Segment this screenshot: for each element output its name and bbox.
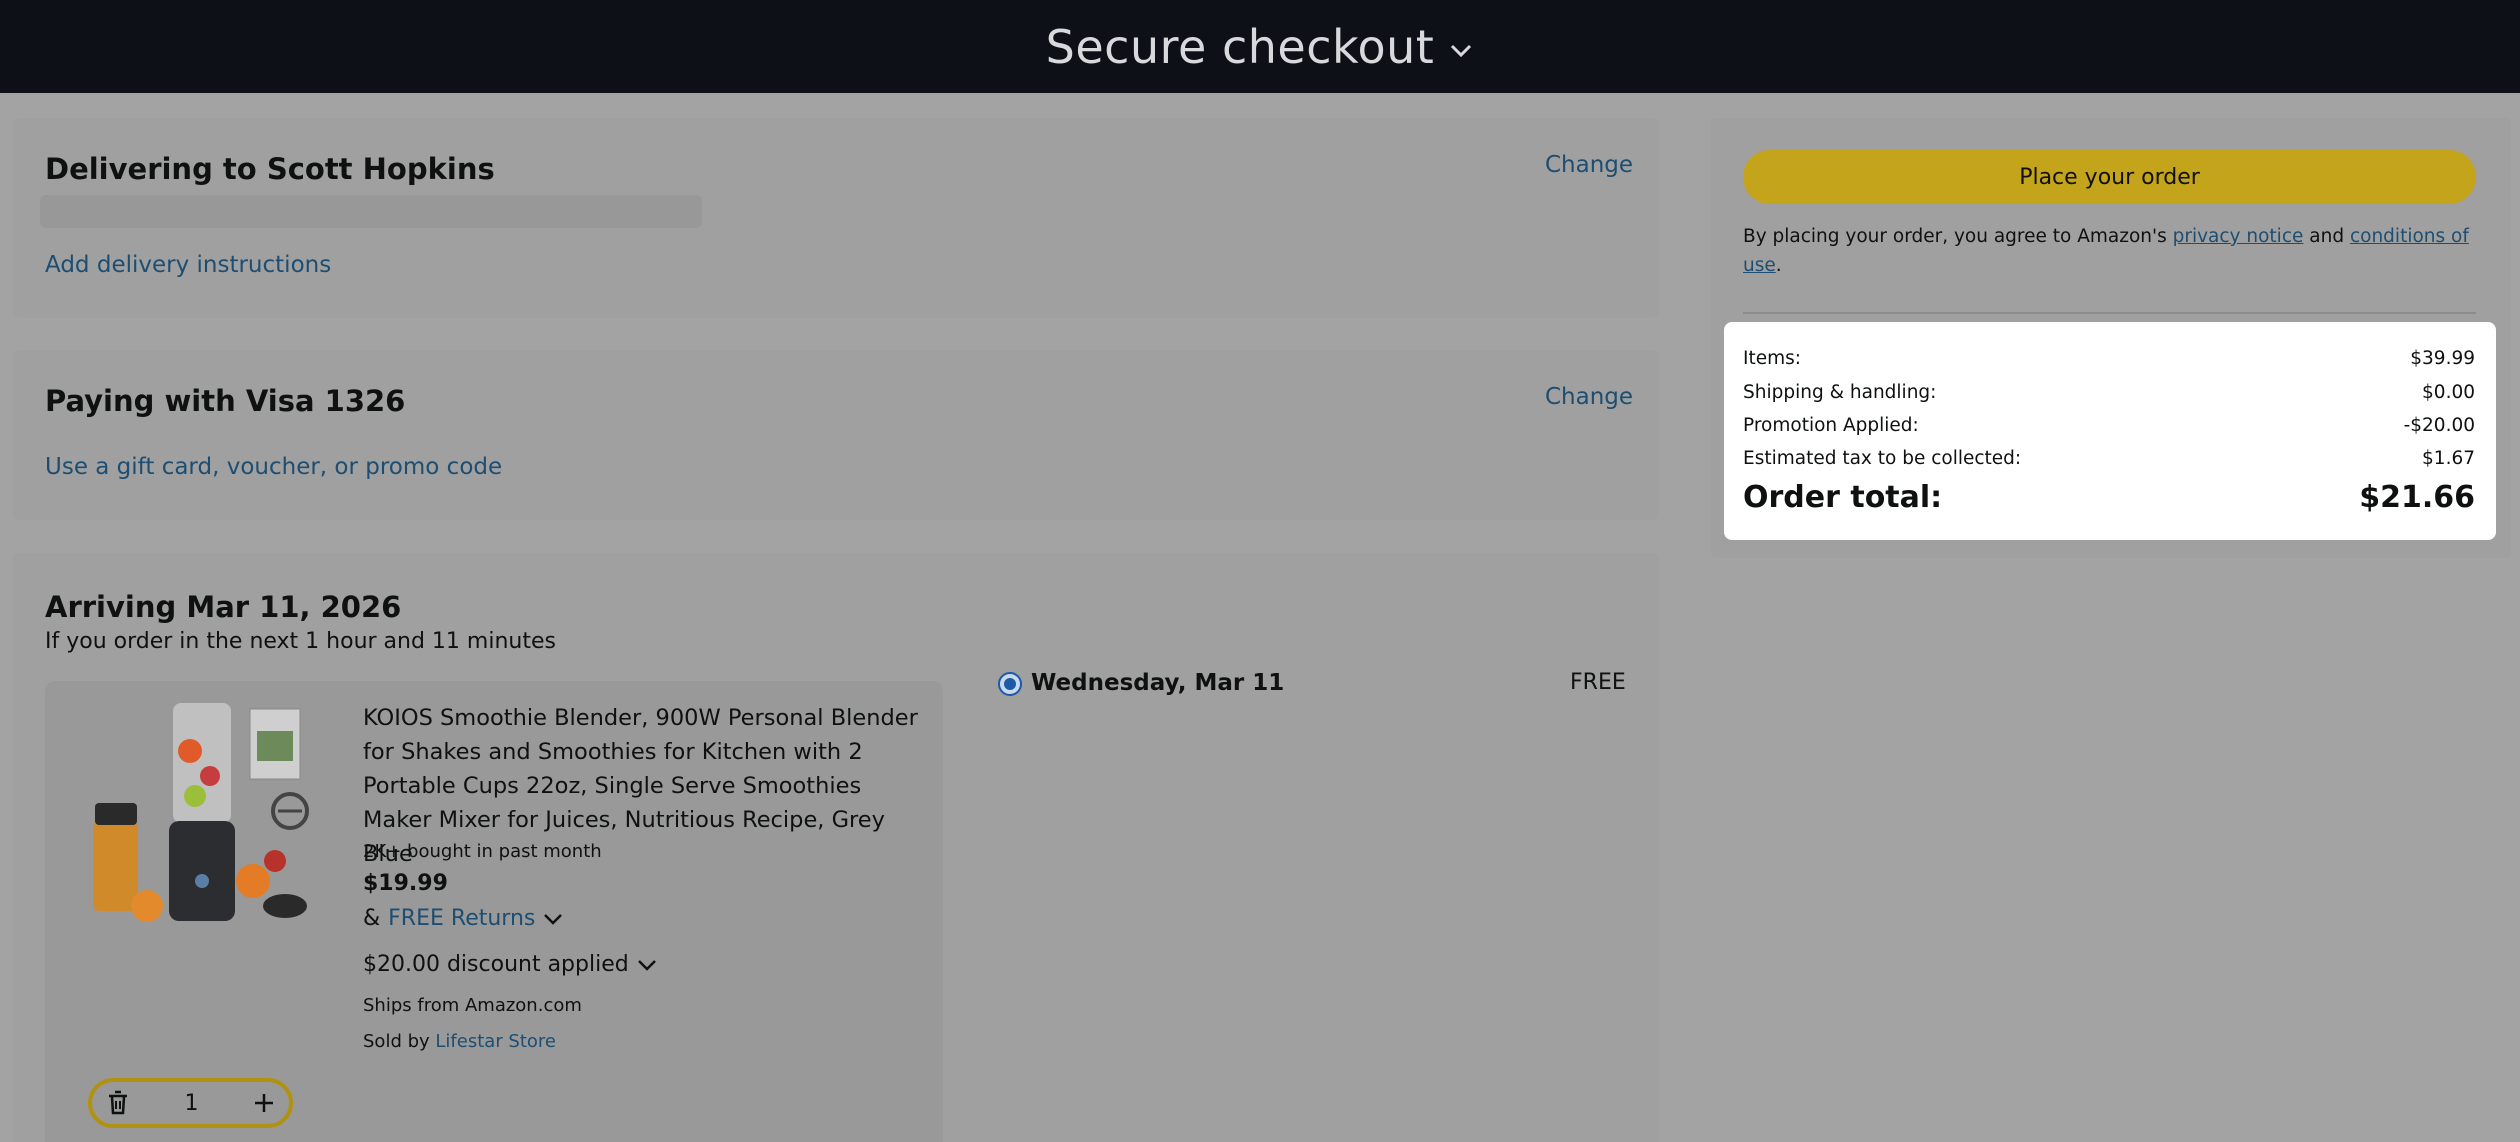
totals-value: $39.99 — [2410, 348, 2475, 369]
totals-label: Items: — [1743, 348, 1801, 369]
sold-by-prefix: Sold by — [363, 1031, 430, 1052]
payment-section: Paying with Visa 1326 Change Use a gift … — [13, 350, 1658, 520]
place-order-button[interactable]: Place your order — [1743, 150, 2476, 204]
product-image[interactable] — [85, 691, 325, 931]
discount-row: $20.00 discount applied — [363, 952, 657, 977]
quantity-stepper: 1 — [88, 1078, 293, 1128]
gift-card-link[interactable]: Use a gift card, voucher, or promo code — [45, 454, 502, 480]
bought-count: 2K+ bought in past month — [363, 841, 602, 862]
quantity-value: 1 — [184, 1090, 199, 1116]
totals-label: Promotion Applied: — [1743, 415, 1919, 436]
delivery-title: Delivering to Scott Hopkins — [45, 152, 495, 186]
shipping-option-cost: FREE — [1570, 670, 1626, 695]
change-payment-link[interactable]: Change — [1545, 384, 1633, 410]
delivery-section: Delivering to Scott Hopkins Change Add d… — [13, 118, 1658, 318]
totals-row-shipping: Shipping & handling: $0.00 — [1743, 382, 2475, 403]
returns-row: & FREE Returns — [363, 906, 563, 931]
discount-text: $20.00 discount applied — [363, 952, 629, 977]
chevron-down-icon[interactable] — [543, 912, 563, 926]
change-address-link[interactable]: Change — [1545, 152, 1633, 178]
returns-prefix: & — [363, 906, 381, 931]
cart-item: KOIOS Smoothie Blender, 900W Personal Bl… — [45, 681, 943, 1142]
totals-row-promotion: Promotion Applied: -$20.00 — [1743, 415, 2475, 436]
totals-row-items: Items: $39.99 — [1743, 348, 2475, 369]
address-placeholder — [40, 195, 702, 228]
free-returns-link[interactable]: FREE Returns — [388, 906, 535, 931]
totals-row-tax: Estimated tax to be collected: $1.67 — [1743, 448, 2475, 469]
divider — [1743, 312, 2476, 314]
add-delivery-instructions-link[interactable]: Add delivery instructions — [45, 252, 331, 278]
privacy-notice-link[interactable]: privacy notice — [2173, 226, 2304, 247]
arrival-subtitle: If you order in the next 1 hour and 11 m… — [45, 629, 556, 654]
totals-label: Shipping & handling: — [1743, 382, 1937, 403]
agree-prefix: By placing your order, you agree to Amaz… — [1743, 226, 2167, 247]
totals-value: -$20.00 — [2403, 415, 2475, 436]
arrival-section: Arriving Mar 11, 2026 If you order in th… — [13, 553, 1658, 1142]
chevron-down-icon[interactable] — [1448, 38, 1474, 64]
order-total-label: Order total: — [1743, 480, 1943, 515]
seller-link[interactable]: Lifestar Store — [435, 1031, 556, 1052]
page-title[interactable]: Secure checkout — [1046, 20, 1435, 74]
trash-icon[interactable] — [106, 1090, 130, 1116]
order-total-row: Order total: $21.66 — [1743, 480, 2475, 515]
arrival-title: Arriving Mar 11, 2026 — [45, 590, 402, 624]
totals-value: $0.00 — [2422, 382, 2475, 403]
shipping-option-date[interactable]: Wednesday, Mar 11 — [1031, 670, 1284, 696]
totals-label: Estimated tax to be collected: — [1743, 448, 2022, 469]
order-total-value: $21.66 — [2359, 480, 2475, 515]
order-totals: Items: $39.99 Shipping & handling: $0.00… — [1724, 322, 2496, 540]
item-price: $19.99 — [363, 871, 448, 896]
sold-by: Sold by Lifestar Store — [363, 1031, 556, 1052]
agreement-text: By placing your order, you agree to Amaz… — [1743, 222, 2483, 280]
plus-icon[interactable] — [253, 1092, 275, 1114]
agree-suffix: . — [1775, 255, 1782, 276]
agree-and: and — [2309, 226, 2345, 247]
checkout-header: Secure checkout — [0, 0, 2520, 93]
ships-from: Ships from Amazon.com — [363, 995, 582, 1016]
shipping-option-radio[interactable] — [998, 672, 1022, 696]
chevron-down-icon[interactable] — [637, 958, 657, 972]
totals-value: $1.67 — [2422, 448, 2475, 469]
payment-title: Paying with Visa 1326 — [45, 384, 406, 418]
